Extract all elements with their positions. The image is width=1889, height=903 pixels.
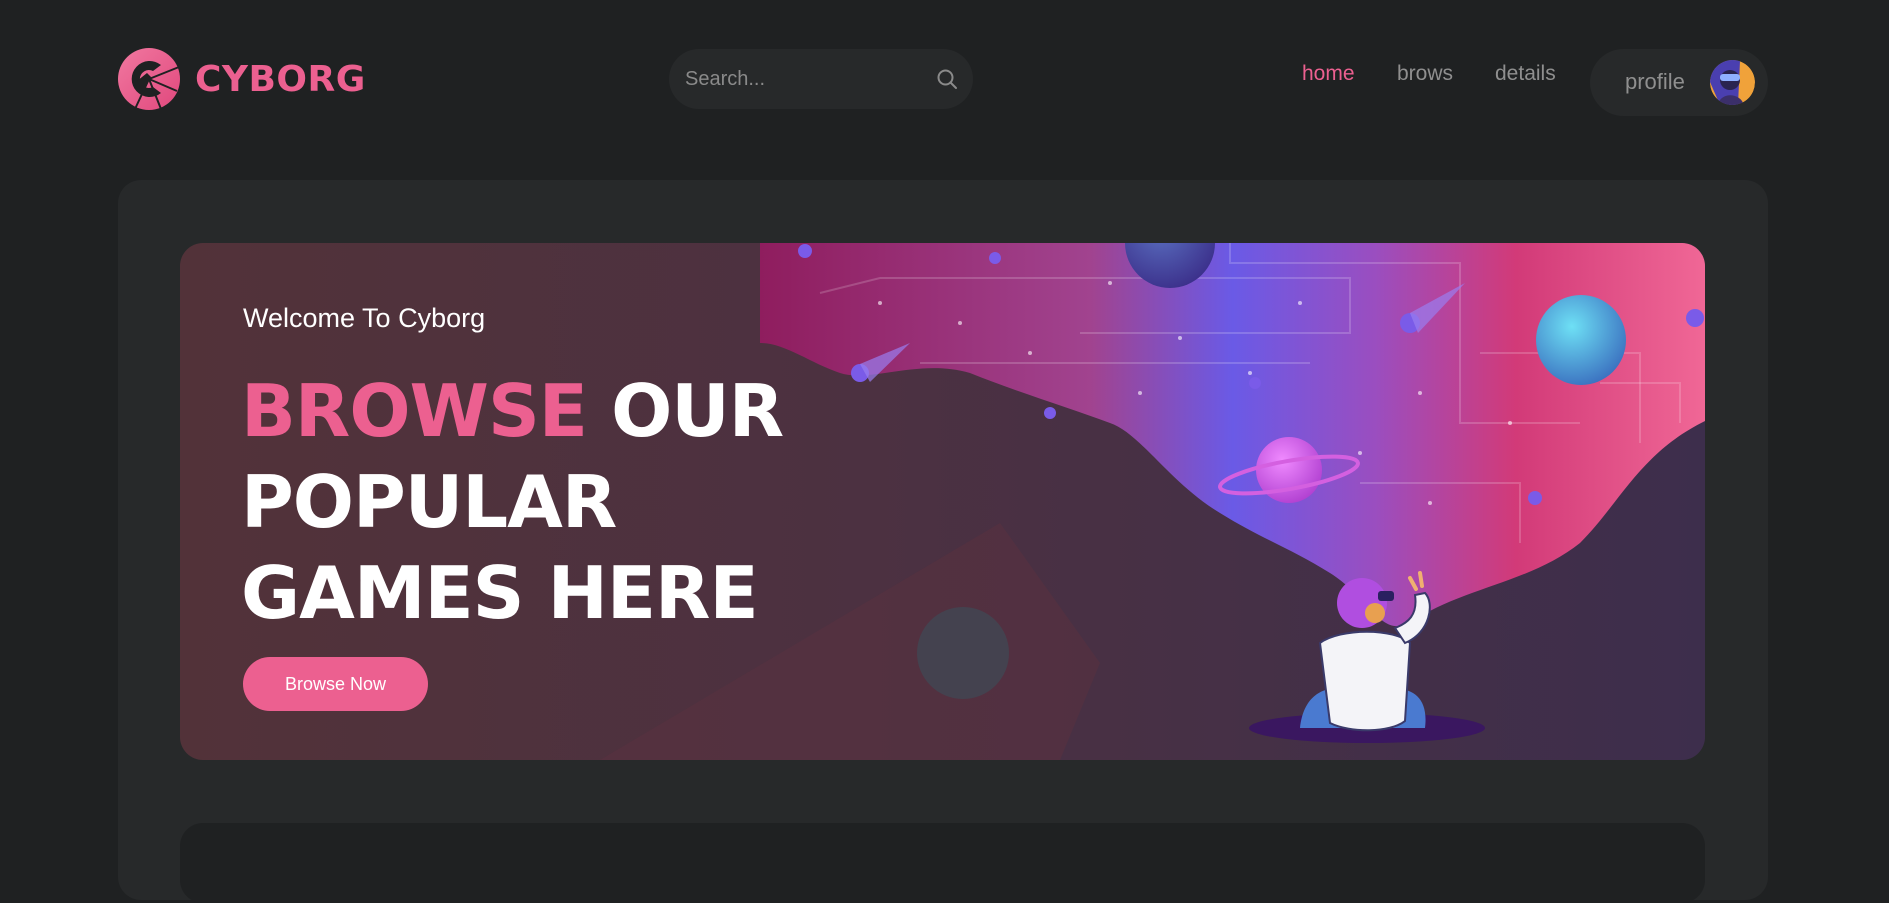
search-icon[interactable]	[935, 67, 959, 91]
browse-now-button[interactable]: Browse Now	[243, 657, 428, 711]
search-box	[669, 49, 973, 109]
logo-icon	[118, 48, 180, 110]
headline-rest: OUR	[611, 369, 784, 453]
profile-label: profile	[1625, 69, 1685, 94]
logo[interactable]: CYBORG	[117, 46, 366, 112]
headline-highlight: BROWSE	[241, 369, 588, 453]
nav-details[interactable]: details	[1495, 62, 1556, 86]
welcome-text: Welcome To Cyborg	[243, 303, 486, 333]
headline-line-3: GAMES HERE	[241, 551, 759, 635]
next-section-card	[180, 823, 1705, 903]
nav-home[interactable]: home	[1302, 62, 1355, 86]
profile-button[interactable]: profile	[1590, 49, 1768, 116]
avatar	[1710, 60, 1755, 105]
headline-line-2: POPULAR	[241, 460, 617, 544]
nav-brows[interactable]: brows	[1397, 62, 1453, 86]
hero-headline: BROWSE OUR POPULAR GAMES HERE	[241, 366, 801, 639]
site-header: CYBORG home brows details profile	[0, 0, 1889, 160]
brand-name: CYBORG	[195, 58, 366, 100]
search-input[interactable]	[669, 49, 973, 109]
